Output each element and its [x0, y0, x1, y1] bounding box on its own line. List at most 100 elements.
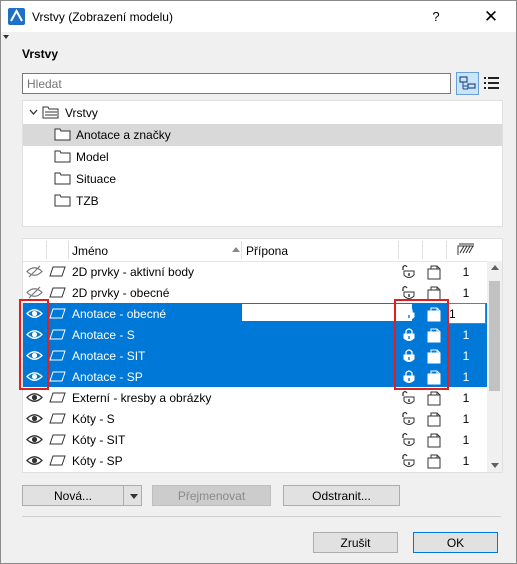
tree-folder-tzb[interactable]: TZB — [23, 190, 502, 212]
intersection-group-number[interactable]: 1 — [455, 286, 477, 300]
solid-model-icon[interactable] — [426, 264, 442, 280]
intersection-group-number[interactable]: 1 — [455, 349, 477, 363]
layer-type-icon — [49, 308, 66, 319]
close-button[interactable]: ✕ — [476, 6, 506, 28]
intersection-group-number[interactable]: 1 — [455, 370, 477, 384]
eye-open-icon[interactable] — [26, 307, 43, 320]
layer-type-icon — [49, 287, 66, 298]
help-button[interactable]: ? — [422, 6, 450, 28]
intersection-group-number[interactable]: 1 — [449, 307, 471, 321]
solid-model-icon[interactable] — [426, 348, 442, 364]
eye-open-icon[interactable] — [26, 370, 43, 383]
tree-view-icon — [459, 76, 476, 90]
delete-button[interactable]: Odstranit... — [283, 485, 400, 506]
solid-model-icon[interactable] — [426, 432, 442, 448]
layer-row[interactable]: Anotace - obecné 1 — [23, 303, 487, 324]
chevron-down-icon[interactable] — [29, 109, 38, 115]
list-view-toggle[interactable] — [481, 72, 502, 93]
layer-name: 2D prvky - obecné — [72, 286, 170, 300]
tree-folder-model[interactable]: Model — [23, 146, 502, 168]
folder-icon — [54, 128, 71, 141]
layer-row[interactable]: Kóty - S 1 — [23, 408, 487, 429]
rename-button[interactable]: Přejmenovat — [152, 485, 271, 506]
layer-type-icon — [49, 413, 66, 424]
search-input[interactable] — [23, 74, 447, 93]
eye-hidden-icon[interactable] — [26, 286, 43, 299]
eye-open-icon[interactable] — [26, 454, 43, 467]
solid-model-icon[interactable] — [426, 327, 442, 343]
lock-open-icon[interactable] — [401, 389, 417, 406]
column-header-extension[interactable]: Přípona — [246, 244, 288, 258]
eye-open-icon[interactable] — [26, 412, 43, 425]
intersection-group-number[interactable]: 1 — [455, 391, 477, 405]
tree-root-row[interactable]: Vrstvy — [23, 102, 502, 124]
new-layer-dropdown[interactable] — [123, 486, 144, 505]
lock-closed-icon[interactable] — [401, 326, 417, 343]
intersection-group-number[interactable]: 1 — [455, 433, 477, 447]
solid-model-icon[interactable] — [426, 306, 442, 322]
column-header-name[interactable]: Jméno — [72, 244, 108, 258]
tree-view-toggle[interactable] — [456, 72, 479, 95]
eye-open-icon[interactable] — [26, 433, 43, 446]
cancel-button[interactable]: Zrušit — [313, 532, 398, 553]
layer-row[interactable]: 2D prvky - obecné 1 — [23, 282, 487, 303]
chevron-down-icon — [130, 494, 138, 499]
dialog-separator — [22, 516, 501, 517]
lock-open-icon[interactable] — [401, 452, 417, 469]
new-layer-button[interactable]: Nová... — [22, 485, 142, 506]
tree-folder-label: Anotace a značky — [76, 128, 171, 142]
layer-row[interactable]: 2D prvky - aktivní body 1 — [23, 261, 487, 282]
search-field[interactable] — [22, 73, 451, 94]
layer-row[interactable]: Externí - kresby a obrázky 1 — [23, 387, 487, 408]
eye-open-icon[interactable] — [26, 349, 43, 362]
intersection-group-number[interactable]: 1 — [455, 328, 477, 342]
layer-row[interactable]: Anotace - SP 1 — [23, 366, 487, 387]
layer-name: Anotace - SP — [72, 370, 143, 384]
scroll-up-arrow-icon[interactable] — [491, 265, 499, 270]
ok-button[interactable]: OK — [413, 532, 498, 553]
eye-hidden-icon[interactable] — [26, 265, 43, 278]
extension-edit-field[interactable] — [242, 304, 412, 321]
lock-open-icon[interactable] — [401, 431, 417, 448]
layer-row[interactable]: Anotace - S 1 — [23, 324, 487, 345]
lock-closed-icon[interactable] — [401, 305, 417, 322]
layer-name: Anotace - S — [72, 328, 135, 342]
layers-scrollbar[interactable] — [487, 261, 502, 472]
lock-open-icon[interactable] — [401, 284, 417, 301]
layer-name: Kóty - SP — [72, 454, 123, 468]
layer-row[interactable]: Anotace - SIT 1 — [23, 345, 487, 366]
layer-row[interactable]: Kóty - SP 1 — [23, 450, 487, 471]
layers-list: Jméno Přípona 2D prvky - aktivní body 1 2D… — [22, 238, 503, 473]
tree-folder-situace[interactable]: Situace — [23, 168, 502, 190]
lock-open-icon[interactable] — [401, 410, 417, 427]
solid-model-icon[interactable] — [426, 390, 442, 406]
scrollbar-thumb[interactable] — [489, 281, 500, 391]
solid-model-icon[interactable] — [426, 453, 442, 469]
solid-model-icon[interactable] — [426, 369, 442, 385]
lock-open-icon[interactable] — [401, 263, 417, 280]
layer-type-icon — [49, 329, 66, 340]
eye-open-icon[interactable] — [26, 391, 43, 404]
archicad-app-icon — [8, 8, 25, 25]
lock-closed-icon[interactable] — [401, 347, 417, 364]
intersection-group-number[interactable]: 1 — [455, 454, 477, 468]
window-title: Vrstvy (Zobrazení modelu) — [32, 10, 173, 24]
layer-name: Anotace - SIT — [72, 349, 146, 363]
layer-name: 2D prvky - aktivní body — [72, 265, 195, 279]
tree-folder-anotace[interactable]: Anotace a značky — [23, 124, 502, 146]
layer-type-icon — [49, 392, 66, 403]
solid-model-icon[interactable] — [426, 411, 442, 427]
sort-ascending-icon — [232, 247, 240, 252]
intersection-group-number[interactable]: 1 — [455, 265, 477, 279]
layer-type-icon — [49, 350, 66, 361]
lock-closed-icon[interactable] — [401, 368, 417, 385]
tree-folder-label: Situace — [76, 172, 117, 186]
intersection-group-number[interactable]: 1 — [455, 412, 477, 426]
eye-open-icon[interactable] — [26, 328, 43, 341]
intersection-group-icon[interactable] — [457, 242, 475, 256]
scroll-down-arrow-icon[interactable] — [491, 463, 499, 468]
layer-row[interactable]: Kóty - SIT 1 — [23, 429, 487, 450]
layer-folder-icon — [42, 106, 59, 119]
collapse-arrow-icon[interactable] — [3, 35, 9, 39]
solid-model-icon[interactable] — [426, 285, 442, 301]
